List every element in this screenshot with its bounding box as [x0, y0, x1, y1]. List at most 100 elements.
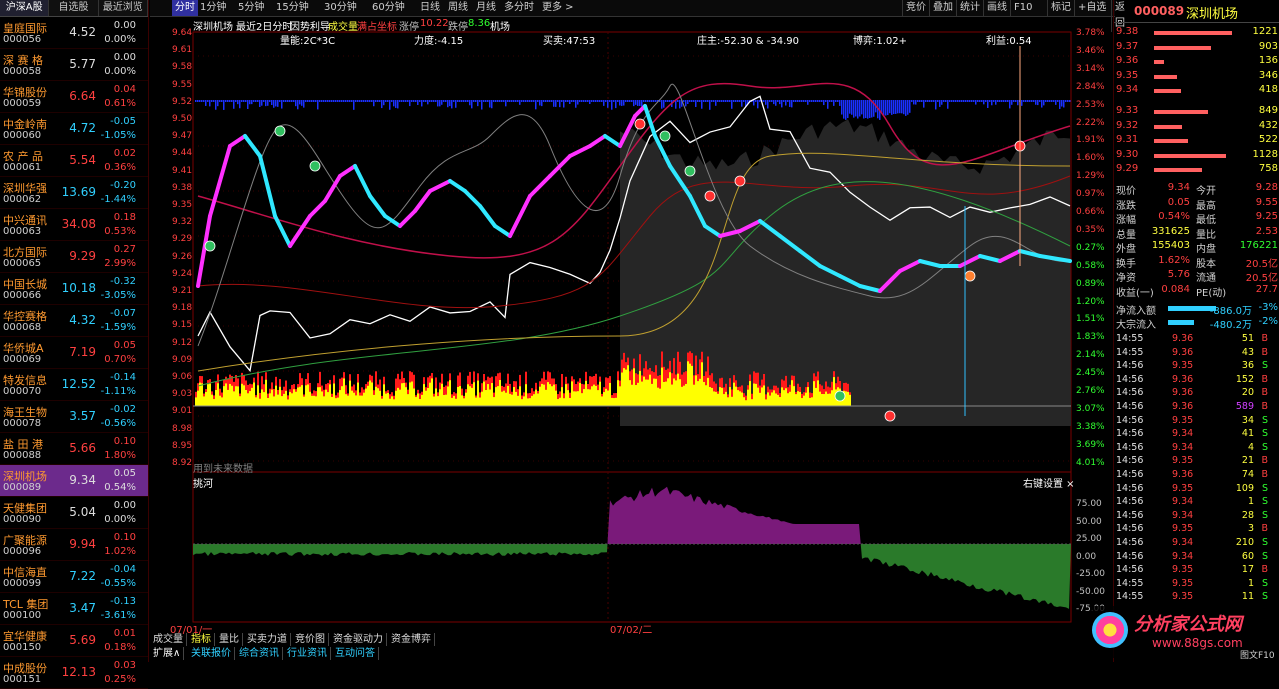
- toolbar-button-3[interactable]: 画线: [983, 0, 1010, 16]
- chart-tag: 机场: [490, 22, 510, 33]
- stock-code: 000089: [3, 482, 42, 493]
- flower-logo-icon: [1092, 612, 1128, 648]
- stock-row[interactable]: 中国长城 000066 10.18 -0.32 -3.05%: [0, 273, 148, 305]
- bid-row[interactable]: 9.29 758: [1114, 163, 1279, 177]
- ask-row[interactable]: 9.35 346: [1114, 70, 1279, 84]
- stock-change: -0.02: [110, 404, 136, 415]
- toolbar-button-0[interactable]: 竞价: [902, 0, 929, 16]
- intraday-chart[interactable]: [150, 16, 1113, 646]
- status-tab-1[interactable]: 关联报价: [188, 647, 235, 660]
- ask-row[interactable]: 9.36 136: [1114, 55, 1279, 69]
- stock-row[interactable]: 特发信息 000070 12.52 -0.14 -1.11%: [0, 369, 148, 401]
- stock-row[interactable]: 海王生物 000078 3.57 -0.02 -0.56%: [0, 401, 148, 433]
- stock-row[interactable]: 中兴通讯 000063 34.08 0.18 0.53%: [0, 209, 148, 241]
- stock-row[interactable]: 深 赛 格 000058 5.77 0.00 0.00%: [0, 49, 148, 81]
- stock-row[interactable]: 中信海直 000099 7.22 -0.04 -0.55%: [0, 561, 148, 593]
- period-tab-7[interactable]: 周线: [448, 0, 468, 16]
- ask-row[interactable]: 9.34 418: [1114, 84, 1279, 98]
- price-tick: 9.35: [172, 200, 193, 210]
- toolbar-button-1[interactable]: 叠加: [929, 0, 956, 16]
- stock-row[interactable]: TCL 集团 000100 3.47 -0.13 -3.61%: [0, 593, 148, 625]
- stock-change-pct: 0.61%: [104, 98, 136, 109]
- period-tab-6[interactable]: 日线: [420, 0, 440, 16]
- bid-row[interactable]: 9.30 1128: [1114, 149, 1279, 163]
- stat-label: 涨幅: [1116, 215, 1136, 226]
- period-tab-0[interactable]: 分时: [172, 0, 198, 16]
- toolbar-button-5[interactable]: 标记: [1047, 0, 1074, 16]
- stock-row[interactable]: 华控赛格 000068 4.32 -0.07 -1.59%: [0, 305, 148, 337]
- tick-side: B: [1261, 523, 1268, 535]
- toolbar-button-4[interactable]: F10: [1010, 0, 1035, 16]
- period-tab-4[interactable]: 30分钟: [324, 0, 357, 16]
- indicator-tab-3[interactable]: 买卖力道: [244, 633, 291, 646]
- stock-row[interactable]: 中金岭南 000060 4.72 -0.05 -1.05%: [0, 113, 148, 145]
- stock-row[interactable]: 北方国际 000065 9.29 0.27 2.99%: [0, 241, 148, 273]
- bid-row[interactable]: 9.33 849: [1114, 105, 1279, 119]
- tick-side: B: [1261, 564, 1268, 576]
- order-bar: [1154, 139, 1188, 143]
- period-tab-2[interactable]: 5分钟: [238, 0, 264, 16]
- stat-value: 1.62%: [1158, 254, 1190, 266]
- stock-row[interactable]: 广聚能源 000096 9.94 0.10 1.02%: [0, 529, 148, 561]
- stat-row: 外盘 155403 内盘 176221: [1114, 240, 1279, 255]
- stock-list-tab-0[interactable]: 沪深A股: [0, 0, 50, 16]
- price-tick: 9.01: [172, 406, 193, 417]
- price-tick: 9.44: [172, 148, 193, 159]
- lower-indicator-title: 挑河: [193, 479, 213, 490]
- stock-row[interactable]: 皇庭国际 000056 4.52 0.00 0.00%: [0, 17, 148, 49]
- period-toolbar: 分时 1分钟 5分钟 15分钟 30分钟 60分钟 日线 周线 月线 多分时 更多 > 竞价 叠加 统计画…: [150, 0, 1125, 32]
- flow-value: -480.2万: [1209, 320, 1252, 331]
- price-tick: 9.32: [172, 217, 193, 228]
- tick-price: 9.35: [1172, 577, 1194, 589]
- period-tab-8[interactable]: 月线: [476, 0, 496, 16]
- period-tab-3[interactable]: 15分钟: [276, 0, 309, 16]
- order-price: 9.38: [1116, 26, 1139, 37]
- stock-row[interactable]: 华锦股份 000059 6.64 0.04 0.61%: [0, 81, 148, 113]
- stat-label: 净资: [1116, 273, 1136, 284]
- indicator-tab-5[interactable]: 资金驱动力: [330, 633, 387, 646]
- stock-row[interactable]: 农 产 品 000061 5.54 0.02 0.36%: [0, 145, 148, 177]
- stock-change-pct: 0.00%: [104, 34, 136, 45]
- ask-row[interactable]: 9.38 1221: [1114, 26, 1279, 40]
- stock-list-tab-1[interactable]: 自选股: [49, 0, 99, 16]
- stock-row[interactable]: 深圳机场 000089 9.34 0.05 0.54%: [0, 465, 148, 497]
- stock-row[interactable]: 天健集团 000090 5.04 0.00 0.00%: [0, 497, 148, 529]
- pct-tick: 0.35%: [1076, 224, 1105, 235]
- indicator-tab-6[interactable]: 资金博弈: [388, 633, 435, 646]
- f10-button[interactable]: 图文F10: [1240, 648, 1275, 661]
- stock-row[interactable]: 宜华健康 000150 5.69 0.01 0.18%: [0, 625, 148, 657]
- stock-list-tab-2[interactable]: 最近浏览: [99, 0, 148, 16]
- order-volume: 522: [1258, 134, 1278, 145]
- signal-icon: [659, 130, 671, 142]
- bid-row[interactable]: 9.32 432: [1114, 120, 1279, 134]
- stock-row[interactable]: 华侨城A 000069 7.19 0.05 0.70%: [0, 337, 148, 369]
- ask-row[interactable]: 9.37 903: [1114, 41, 1279, 55]
- period-tab-1[interactable]: 1分钟: [200, 0, 226, 16]
- indicator-tab-2[interactable]: 量比: [216, 633, 243, 646]
- indicator-tab-0[interactable]: 成交量: [150, 633, 187, 646]
- indicator-tab-4[interactable]: 竞价图: [292, 633, 329, 646]
- period-tab-9[interactable]: 多分时: [504, 0, 534, 16]
- status-tab-4[interactable]: 互动问答: [332, 647, 379, 660]
- stat-row: 涨跌 0.05 最高 9.55: [1114, 197, 1279, 212]
- pct-tick: 2.14%: [1076, 350, 1105, 361]
- status-tab-3[interactable]: 行业资讯: [284, 647, 331, 660]
- period-tab-5[interactable]: 60分钟: [372, 0, 405, 16]
- stat-label: 外盘: [1116, 244, 1136, 255]
- tick-row: 14:56 9.35 17 B: [1114, 564, 1279, 577]
- toolbar-button-2[interactable]: 统计: [956, 0, 983, 16]
- indicator-tab-1[interactable]: 指标: [188, 633, 215, 646]
- status-tab-0[interactable]: 扩展∧: [150, 647, 185, 660]
- pct-tick: 2.76%: [1076, 386, 1105, 396]
- lower-tick: 75.00: [1076, 499, 1102, 509]
- bid-row[interactable]: 9.31 522: [1114, 134, 1279, 148]
- stock-row[interactable]: 深圳华强 000062 13.69 -0.20 -1.44%: [0, 177, 148, 209]
- status-tab-2[interactable]: 综合资讯: [236, 647, 283, 660]
- order-price: 9.36: [1116, 55, 1139, 66]
- toolbar-button-6[interactable]: +自选: [1074, 0, 1109, 16]
- flow-value: -886.0万: [1209, 306, 1252, 317]
- stock-code: 000088: [3, 450, 42, 461]
- period-tab-10[interactable]: 更多 >: [542, 0, 574, 16]
- stock-price: 5.66: [69, 441, 96, 455]
- stock-row[interactable]: 盐 田 港 000088 5.66 0.10 1.80%: [0, 433, 148, 465]
